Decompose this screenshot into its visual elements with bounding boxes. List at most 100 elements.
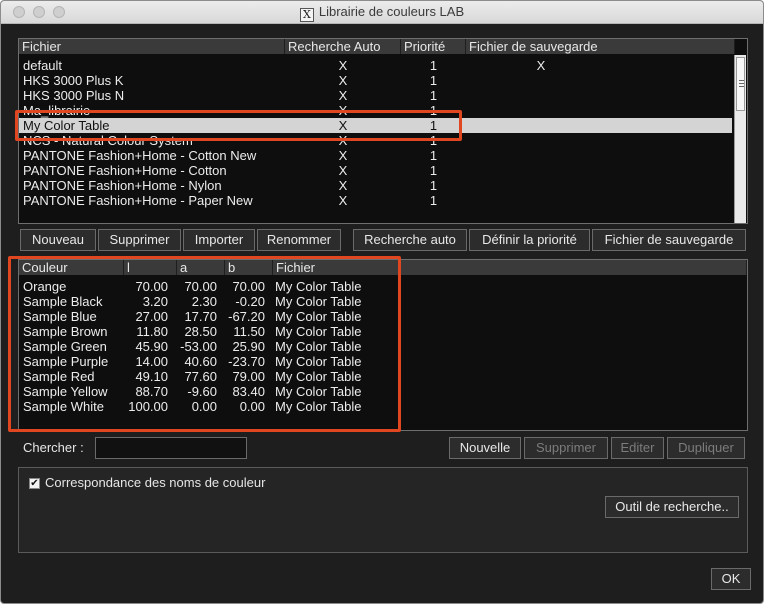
library-name-cell: PANTONE Fashion+Home - Cotton [23,163,227,178]
library-row[interactable]: PANTONE Fashion+Home - Paper New X 1 [19,193,732,208]
color-name-cell: Sample Black [23,294,103,309]
new-library-button[interactable]: Nouveau [20,229,96,251]
column-header-file[interactable]: Fichier [273,260,747,275]
delete-library-button[interactable]: Supprimer [98,229,181,251]
library-priority-cell: 1 [429,118,438,133]
auto-search-button[interactable]: Recherche auto [353,229,467,251]
color-a-cell: 70.00 [184,279,217,294]
library-name-cell: PANTONE Fashion+Home - Paper New [23,193,253,208]
column-header-a[interactable]: a [177,260,225,275]
library-row[interactable]: My Color Table X 1 [19,118,732,133]
color-file-cell: My Color Table [275,279,362,294]
color-row[interactable]: Orange 70.00 70.00 70.00 My Color Table [19,279,747,294]
library-auto-cell: X [338,133,348,148]
library-name-cell: default [23,58,63,73]
color-file-cell: My Color Table [275,339,362,354]
title-bar: X Librairie de couleurs LAB [1,1,763,24]
color-b-cell: -0.20 [235,294,265,309]
grip-line-icon [739,83,744,84]
set-priority-button[interactable]: Définir la priorité [469,229,590,251]
color-row[interactable]: Sample Brown 11.80 28.50 11.50 My Color Tabl… [19,324,747,339]
color-row[interactable]: Sample Black 3.20 2.30 -0.20 My Color Table [19,294,747,309]
library-name-cell: PANTONE Fashion+Home - Nylon [23,178,222,193]
lab-library-window: X Librairie de couleurs LAB Fichier Reche… [0,0,764,604]
library-name-cell: HKS 3000 Plus N [23,88,125,103]
new-color-button[interactable]: Nouvelle [449,437,521,459]
search-input[interactable] [95,437,247,459]
color-b-cell: -23.70 [228,354,265,369]
column-header-priority[interactable]: Priorité [401,39,466,54]
column-header-l[interactable]: l [124,260,177,275]
library-name-cell: PANTONE Fashion+Home - Cotton New [23,148,257,163]
color-row[interactable]: Sample Purple 14.00 40.60 -23.70 My Color Ta… [19,354,747,369]
grip-line-icon [739,80,744,81]
library-priority-cell: 1 [429,88,438,103]
search-tool-button[interactable]: Outil de recherche.. [605,496,739,518]
color-name-cell: Sample Red [23,369,95,384]
library-priority-cell: 1 [429,178,438,193]
library-priority-cell: 1 [429,58,438,73]
libraries-scrollbar[interactable] [734,55,746,223]
column-header-color[interactable]: Couleur [19,260,124,275]
edit-color-button[interactable]: Editer [611,437,664,459]
color-b-cell: 25.90 [232,339,265,354]
color-l-cell: 70.00 [135,279,168,294]
rename-library-button[interactable]: Renommer [257,229,341,251]
library-row[interactable]: HKS 3000 Plus N X 1 [19,88,732,103]
color-name-cell: Sample Yellow [23,384,108,399]
column-header-backup-file[interactable]: Fichier de sauvegarde [466,39,735,54]
color-row[interactable]: Sample Green 45.90 -53.00 25.90 My Color Tab… [19,339,747,354]
library-row[interactable]: Ma_librairie X 1 [19,103,732,118]
library-priority-cell: 1 [429,73,438,88]
color-name-cell: Sample Blue [23,309,97,324]
match-names-checkbox[interactable]: ✔ [29,478,40,489]
window-title: Librairie de couleurs LAB [318,4,465,19]
scroll-thumb[interactable] [736,57,745,111]
import-library-button[interactable]: Importer [183,229,255,251]
library-auto-cell: X [338,193,348,208]
column-header-file[interactable]: Fichier [19,39,285,54]
library-row[interactable]: PANTONE Fashion+Home - Nylon X 1 [19,178,732,193]
colors-table: Couleur l a b Fichier Orange 70.00 70.00 70… [18,259,748,431]
duplicate-color-button[interactable]: Dupliquer [667,437,745,459]
library-auto-cell: X [338,178,348,193]
library-auto-cell: X [338,73,348,88]
library-row[interactable]: NCS - Natural Colour System X 1 [19,133,732,148]
library-name-cell: NCS - Natural Colour System [23,133,193,148]
column-header-auto-search[interactable]: Recherche Auto [285,39,401,54]
window-title-wrap: X Librairie de couleurs LAB [1,4,763,22]
match-names-label: Correspondance des noms de couleur [45,475,266,490]
library-row[interactable]: default X 1 X [19,58,732,73]
color-row[interactable]: Sample Yellow 88.70 -9.60 83.40 My Color Tab… [19,384,747,399]
x11-app-icon: X [299,8,314,22]
color-file-cell: My Color Table [275,354,362,369]
library-priority-cell: 1 [429,163,438,178]
library-priority-cell: 1 [429,103,438,118]
color-l-cell: 45.90 [135,339,168,354]
ok-button[interactable]: OK [711,568,751,590]
color-a-cell: 2.30 [191,294,217,309]
color-name-cell: Sample Purple [23,354,109,369]
library-name-cell: Ma_librairie [23,103,91,118]
library-row[interactable]: PANTONE Fashion+Home - Cotton X 1 [19,163,732,178]
library-row[interactable]: PANTONE Fashion+Home - Cotton New X 1 [19,148,732,163]
library-auto-cell: X [338,148,348,163]
color-row[interactable]: Sample Red 49.10 77.60 79.00 My Color Table [19,369,747,384]
color-b-cell: 0.00 [239,399,265,414]
color-l-cell: 27.00 [135,309,168,324]
color-l-cell: 88.70 [135,384,168,399]
color-l-cell: 3.20 [142,294,168,309]
library-row[interactable]: HKS 3000 Plus K X 1 [19,73,732,88]
library-priority-cell: 1 [429,133,438,148]
library-auto-cell: X [338,163,348,178]
color-row[interactable]: Sample White 100.00 0.00 0.00 My Color Table [19,399,747,414]
color-b-cell: 70.00 [232,279,265,294]
color-a-cell: 0.00 [191,399,217,414]
library-priority-cell: 1 [429,193,438,208]
delete-color-button[interactable]: Supprimer [524,437,608,459]
column-header-b[interactable]: b [225,260,273,275]
color-row[interactable]: Sample Blue 27.00 17.70 -67.20 My Color Tabl… [19,309,747,324]
backup-file-button[interactable]: Fichier de sauvegarde [592,229,746,251]
color-name-cell: Orange [23,279,67,294]
color-name-cell: Sample White [23,399,104,414]
